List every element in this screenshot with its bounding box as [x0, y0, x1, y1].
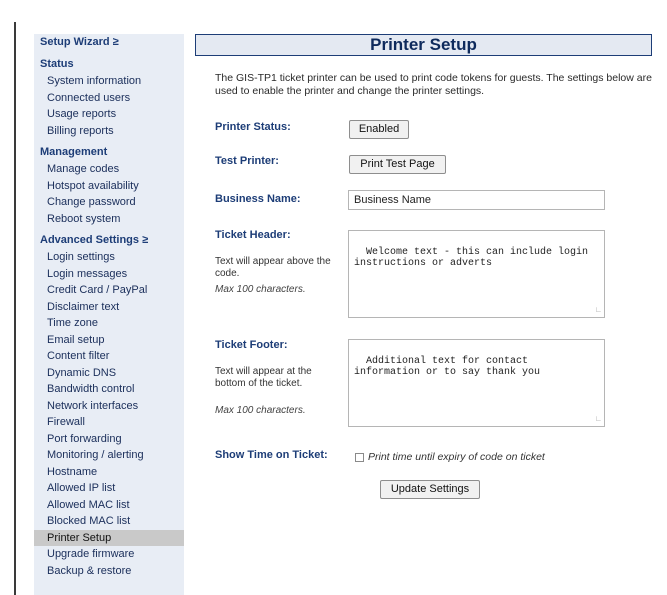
sidebar-setup-wizard[interactable]: Setup Wizard ≥	[34, 34, 184, 51]
update-settings-button[interactable]: Update Settings	[380, 480, 480, 499]
sidebar-item-disclaimer-text[interactable]: Disclaimer text	[34, 299, 184, 316]
resize-grip-icon[interactable]: ∟	[596, 416, 601, 424]
sidebar-item-credit-card-paypal[interactable]: Credit Card / PayPal	[34, 282, 184, 299]
sidebar-item-allowed-ip-list[interactable]: Allowed IP list	[34, 480, 184, 497]
sidebar-item-usage-reports[interactable]: Usage reports	[34, 106, 184, 123]
business-name-label: Business Name:	[215, 193, 301, 205]
sidebar-item-port-forwarding[interactable]: Port forwarding	[34, 431, 184, 448]
sidebar-item-content-filter[interactable]: Content filter	[34, 348, 184, 365]
sidebar-item-login-messages[interactable]: Login messages	[34, 266, 184, 283]
sidebar-status-group: System information Connected users Usage r…	[34, 73, 184, 144]
sidebar-item-time-zone[interactable]: Time zone	[34, 315, 184, 332]
sidebar-item-hotspot-availability[interactable]: Hotspot availability	[34, 178, 184, 195]
sidebar-item-printer-setup[interactable]: Printer Setup	[34, 529, 184, 546]
sidebar-item-upgrade-firmware[interactable]: Upgrade firmware	[34, 546, 184, 563]
ticket-header-max: Max 100 characters.	[215, 284, 306, 295]
sidebar-heading-status: Status	[40, 58, 74, 70]
print-test-page-button[interactable]: Print Test Page	[349, 155, 446, 174]
show-time-checkbox[interactable]	[355, 453, 364, 462]
page-title: Printer Setup	[195, 34, 652, 56]
ticket-header-text: Welcome text - this can include login in…	[354, 246, 595, 270]
sidebar-item-email-setup[interactable]: Email setup	[34, 332, 184, 349]
sidebar-management-group: Manage codes Hotspot availability Change p…	[34, 161, 184, 232]
show-time-checkbox-label[interactable]: Print time until expiry of code on ticke…	[368, 451, 545, 463]
resize-grip-icon[interactable]: ∟	[596, 307, 601, 315]
sidebar-item-connected-users[interactable]: Connected users	[34, 90, 184, 107]
ticket-header-label: Ticket Header:	[215, 229, 291, 241]
printer-status-label: Printer Status:	[215, 121, 291, 133]
sidebar-heading-management: Management	[40, 146, 108, 158]
sidebar-item-blocked-mac-list[interactable]: Blocked MAC list	[34, 513, 184, 530]
business-name-input[interactable]	[348, 190, 605, 210]
sidebar-heading-advanced[interactable]: Advanced Settings ≥	[34, 232, 184, 249]
ticket-footer-hint: Text will appear at the bottom of the ti…	[215, 366, 312, 389]
sidebar-item-network-interfaces[interactable]: Network interfaces	[34, 398, 184, 415]
sidebar-item-manage-codes[interactable]: Manage codes	[34, 161, 184, 178]
ticket-footer-max: Max 100 characters.	[215, 405, 306, 416]
printer-enabled-button[interactable]: Enabled	[349, 120, 409, 139]
page-left-rule	[14, 22, 16, 595]
sidebar-item-billing-reports[interactable]: Billing reports	[34, 123, 184, 140]
intro-text: The GIS-TP1 ticket printer can be used t…	[215, 72, 652, 97]
sidebar-item-backup-restore[interactable]: Backup & restore	[34, 563, 184, 580]
sidebar-item-dynamic-dns[interactable]: Dynamic DNS	[34, 365, 184, 382]
sidebar-advanced-group: Login settings Login messages Credit Card …	[34, 249, 184, 584]
ticket-header-textarea[interactable]: Welcome text - this can include login in…	[348, 230, 605, 318]
sidebar-item-monitoring-alerting[interactable]: Monitoring / alerting	[34, 447, 184, 464]
test-printer-label: Test Printer:	[215, 155, 279, 167]
sidebar-item-login-settings[interactable]: Login settings	[34, 249, 184, 266]
ticket-footer-label: Ticket Footer:	[215, 339, 288, 351]
sidebar-item-change-password[interactable]: Change password	[34, 194, 184, 211]
sidebar-item-reboot-system[interactable]: Reboot system	[34, 211, 184, 228]
ticket-footer-textarea[interactable]: Additional text for contact information …	[348, 339, 605, 427]
sidebar-nav: Setup Wizard ≥ Status System information…	[34, 34, 184, 595]
sidebar-item-allowed-mac-list[interactable]: Allowed MAC list	[34, 497, 184, 514]
sidebar-item-hostname[interactable]: Hostname	[34, 464, 184, 481]
sidebar-item-firewall[interactable]: Firewall	[34, 414, 184, 431]
ticket-header-hint: Text will appear above the code.	[215, 256, 331, 279]
sidebar-item-bandwidth-control[interactable]: Bandwidth control	[34, 381, 184, 398]
sidebar-item-system-information[interactable]: System information	[34, 73, 184, 90]
show-time-label: Show Time on Ticket:	[215, 449, 328, 461]
ticket-footer-text: Additional text for contact information …	[354, 355, 541, 379]
